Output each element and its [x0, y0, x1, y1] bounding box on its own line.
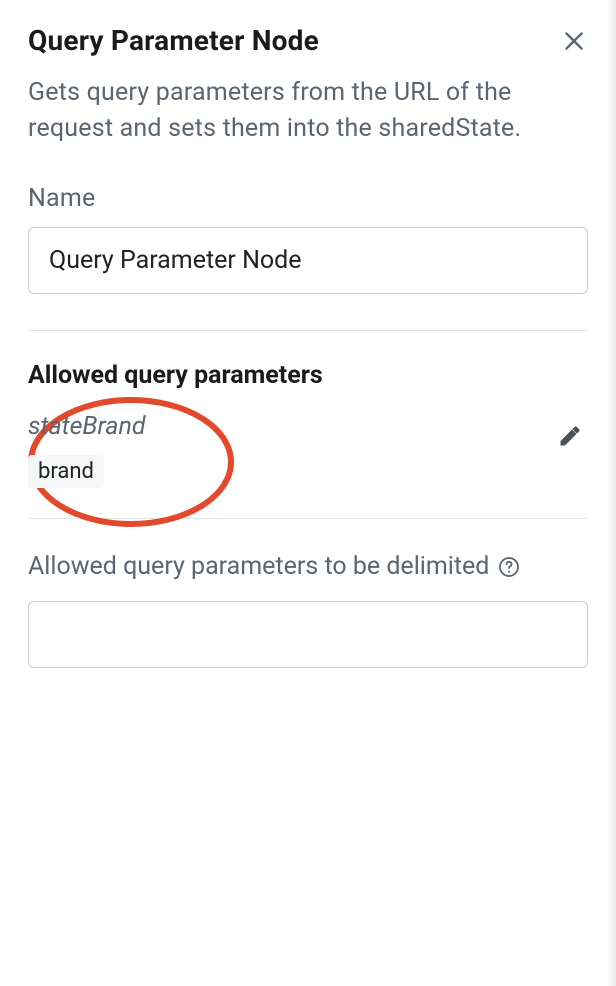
help-icon[interactable]	[497, 555, 521, 579]
allowed-param-content: stateBrand brand	[28, 412, 146, 488]
divider	[28, 518, 588, 519]
name-field: Name	[28, 184, 588, 294]
name-input[interactable]	[28, 227, 588, 294]
panel-title: Query Parameter Node	[28, 24, 319, 57]
allowed-params-title: Allowed query parameters	[28, 361, 588, 390]
param-value-chip: brand	[28, 455, 104, 488]
close-icon	[561, 28, 587, 54]
param-key: stateBrand	[28, 412, 146, 441]
delimited-input[interactable]	[28, 601, 588, 668]
divider	[28, 330, 588, 331]
allowed-param-row: stateBrand brand	[28, 412, 588, 518]
pencil-icon	[558, 424, 582, 448]
name-label: Name	[28, 184, 588, 213]
close-button[interactable]	[560, 27, 588, 55]
panel-description: Gets query parameters from the URL of th…	[28, 75, 588, 148]
delimited-label-row: Allowed query parameters to be delimited	[28, 549, 588, 585]
panel-header: Query Parameter Node	[28, 24, 588, 57]
edit-param-button[interactable]	[552, 418, 588, 457]
panel-shadow-edge	[608, 0, 616, 986]
delimited-label: Allowed query parameters to be delimited	[28, 549, 489, 585]
node-settings-panel: Query Parameter Node Gets query paramete…	[0, 0, 616, 986]
